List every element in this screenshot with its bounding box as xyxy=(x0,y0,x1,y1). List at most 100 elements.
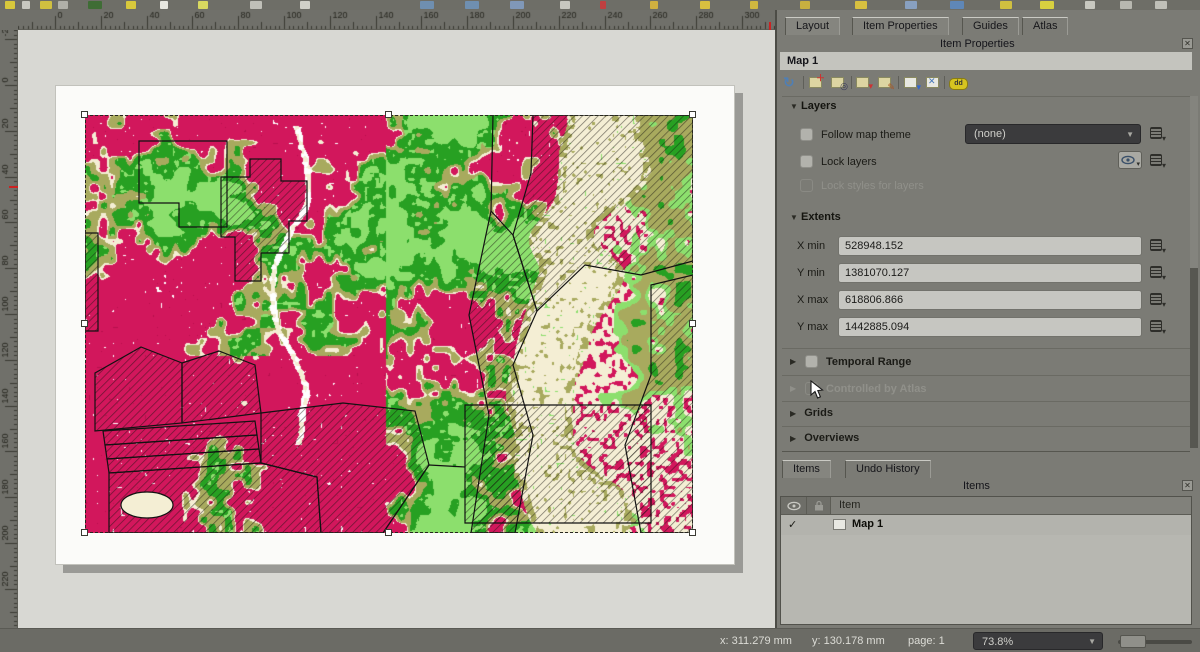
tab-guides[interactable]: Guides xyxy=(962,17,1019,35)
update-map-preview-icon[interactable]: ↻ xyxy=(783,75,798,90)
tab-item-properties[interactable]: Item Properties xyxy=(852,17,949,35)
ymax-data-defined-button[interactable] xyxy=(1150,319,1166,334)
toolbar-icon-fragment xyxy=(420,1,434,9)
expand-arrow-icon[interactable]: ▶ xyxy=(790,434,796,443)
extents-section-header[interactable]: ▼ Extents xyxy=(790,211,841,223)
selection-handle[interactable] xyxy=(81,320,88,327)
tab-layout-props[interactable]: Layout xyxy=(785,17,840,35)
lock-styles-label: Lock styles for layers xyxy=(821,180,924,192)
ymin-data-defined-button[interactable] xyxy=(1150,265,1166,280)
divider xyxy=(782,451,1190,452)
overviews-section[interactable]: ▶ Overviews xyxy=(790,432,859,444)
clipping-settings-icon[interactable]: ✕ xyxy=(926,75,941,90)
toolbar-icon-fragment xyxy=(1000,1,1012,9)
controlled-by-atlas-section: ▶ xyxy=(790,382,796,394)
divider xyxy=(782,401,1190,402)
map-item[interactable] xyxy=(85,115,693,533)
toolbar-icon-fragment xyxy=(5,1,15,9)
overviews-label: Overviews xyxy=(804,432,859,444)
selection-handle[interactable] xyxy=(689,111,696,118)
toolbar-icon-fragment xyxy=(465,1,479,9)
tab-label: Item Properties xyxy=(863,20,938,32)
temporal-range-label: Temporal Range xyxy=(826,356,911,368)
temporal-range-section[interactable]: ▶ xyxy=(790,355,796,367)
horizontal-ruler-canvas xyxy=(18,10,775,30)
tab-items[interactable]: Items xyxy=(782,460,831,478)
follow-map-theme-checkbox[interactable] xyxy=(800,128,813,141)
zoom-slider-handle[interactable] xyxy=(1120,635,1146,648)
tab-label: Atlas xyxy=(1033,20,1057,32)
close-items-panel-icon[interactable]: ✕ xyxy=(1182,480,1193,491)
lock-styles-checkbox xyxy=(800,179,813,192)
xmax-input[interactable]: 618806.866 xyxy=(838,290,1142,310)
ruler-cursor-marker-y xyxy=(9,186,18,188)
close-panel-icon[interactable]: ✕ xyxy=(1182,38,1193,49)
items-panel-title: Items xyxy=(963,480,990,492)
data-defined-override-icon[interactable]: dd xyxy=(949,78,968,90)
tab-label: Undo History xyxy=(856,463,920,475)
vertical-ruler xyxy=(0,30,18,628)
set-map-scale-icon[interactable]: ▾ xyxy=(856,75,871,90)
eye-icon xyxy=(787,501,801,511)
items-list-header: Item xyxy=(781,497,1191,515)
xmin-input[interactable]: 528948.152 xyxy=(838,236,1142,256)
ymax-label: Y max xyxy=(797,321,828,333)
ymin-label: Y min xyxy=(797,267,825,279)
interactive-edit-extent-icon[interactable]: ✎ xyxy=(878,75,893,90)
visibility-check-icon[interactable]: ✓ xyxy=(788,518,797,531)
layers-section-header[interactable]: ▼ Layers xyxy=(790,100,836,112)
toolbar-icon-fragment xyxy=(126,1,136,9)
theme-data-defined-button[interactable] xyxy=(1150,126,1166,141)
toolbar-icon-fragment xyxy=(600,1,606,9)
selection-handle[interactable] xyxy=(385,111,392,118)
toolbar-icon-fragment xyxy=(950,1,964,9)
toolbar-icon-fragment xyxy=(1040,1,1054,9)
lock-layers-data-defined-button[interactable] xyxy=(1150,153,1166,168)
ruler-cursor-marker-x xyxy=(769,22,771,30)
toolbar-icon-fragment xyxy=(88,1,102,9)
map-theme-select[interactable]: (none)▼ xyxy=(965,124,1141,144)
grids-section[interactable]: ▶ Grids xyxy=(790,407,833,419)
xmin-data-defined-button[interactable] xyxy=(1150,238,1166,253)
toolbar-icon-fragment xyxy=(58,1,68,9)
toolbar-icon-fragment xyxy=(250,1,262,9)
set-map-canvas-extent-icon[interactable]: ＋ xyxy=(809,75,824,90)
view-extent-in-canvas-icon[interactable]: ◎ xyxy=(831,75,846,90)
layers-header-label: Layers xyxy=(801,100,836,112)
divider xyxy=(782,375,1190,376)
expand-arrow-icon[interactable]: ▶ xyxy=(790,409,796,418)
lock-icon xyxy=(814,500,824,511)
grids-label: Grids xyxy=(804,407,833,419)
zoom-level-select[interactable]: 73.8%▼ xyxy=(973,632,1103,650)
toolbar-icon-fragment xyxy=(750,1,758,9)
selection-handle[interactable] xyxy=(385,529,392,536)
status-x-coordinate: x: 311.279 mm xyxy=(720,635,792,647)
visibility-column-header xyxy=(781,497,807,514)
expand-arrow-icon[interactable]: ▶ xyxy=(790,357,796,366)
item-row-map1[interactable]: ✓ Map 1 xyxy=(781,515,1191,535)
temporal-range-checkbox[interactable] xyxy=(805,355,818,368)
xmax-data-defined-button[interactable] xyxy=(1150,292,1166,307)
tab-atlas[interactable]: Atlas xyxy=(1022,17,1068,35)
item-row-label[interactable]: Map 1 xyxy=(852,518,883,530)
lock-layers-eye-button[interactable]: ▾ xyxy=(1118,151,1142,169)
selection-handle[interactable] xyxy=(81,111,88,118)
qgis-layout-designer-window: Layout Item Properties Guides Atlas Item… xyxy=(0,0,1200,652)
map-item-icon xyxy=(833,519,846,530)
selection-handle[interactable] xyxy=(81,529,88,536)
toolbar-icon-fragment xyxy=(855,1,867,9)
tab-undo-history[interactable]: Undo History xyxy=(845,460,931,478)
lock-layers-label: Lock layers xyxy=(821,156,877,168)
map-theme-value: (none) xyxy=(974,128,1006,140)
ymax-input[interactable]: 1442885.094 xyxy=(838,317,1142,337)
item-column-header: Item xyxy=(839,499,860,511)
toolbar-icon-fragment xyxy=(700,1,710,9)
chevron-down-icon: ▾ xyxy=(1136,160,1140,168)
lock-layers-checkbox[interactable] xyxy=(800,155,813,168)
toolbar-separator xyxy=(803,76,804,89)
panel-scrollbar-thumb[interactable] xyxy=(1190,96,1198,268)
selection-handle[interactable] xyxy=(689,529,696,536)
ymin-input[interactable]: 1381070.127 xyxy=(838,263,1142,283)
selection-handle[interactable] xyxy=(689,320,696,327)
labeling-settings-icon[interactable]: ▾ xyxy=(904,75,919,90)
